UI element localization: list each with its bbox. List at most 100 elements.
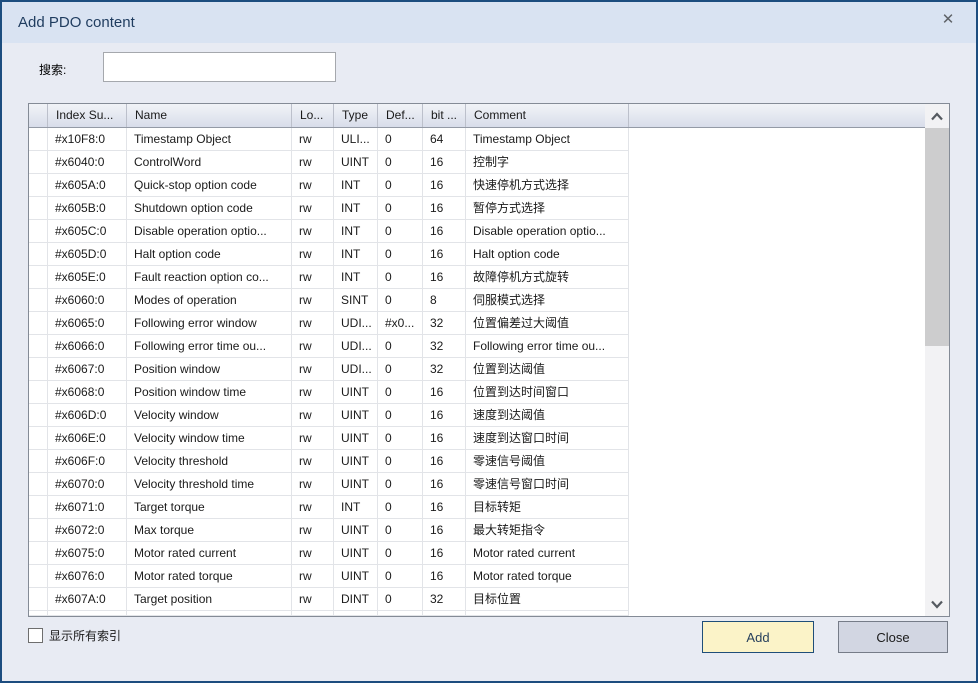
table-cell: UINT <box>334 427 378 450</box>
row-indicator <box>29 358 48 381</box>
table-cell: Velocity threshold time <box>127 473 292 496</box>
column-header-type[interactable]: Type <box>334 104 378 127</box>
table-cell-filler <box>629 358 925 381</box>
table-cell: 控制字 <box>466 151 629 174</box>
table-cell: Halt option code <box>127 243 292 266</box>
table-cell: UINT <box>334 404 378 427</box>
table-row[interactable]: #x6070:0Velocity threshold timerwUINT016… <box>29 473 925 496</box>
table-cell: rw <box>292 427 334 450</box>
table-cell: rw <box>292 542 334 565</box>
table-cell-filler <box>629 220 925 243</box>
table-cell: 目标转矩 <box>466 496 629 519</box>
table-cell: rw <box>292 174 334 197</box>
table-row[interactable]: #x6065:0Following error windowrwUDI...#x… <box>29 312 925 335</box>
table-cell: 0 <box>378 565 423 588</box>
table-cell: 16 <box>423 473 466 496</box>
table-cell: UINT <box>334 565 378 588</box>
table-row[interactable]: #x605A:0Quick-stop option coderwINT016快速… <box>29 174 925 197</box>
search-input[interactable] <box>103 52 336 82</box>
table-row[interactable]: #x6076:0Motor rated torquerwUINT016Motor… <box>29 565 925 588</box>
table-cell: 16 <box>423 450 466 473</box>
column-header-index[interactable]: Index Su... <box>48 104 127 127</box>
row-indicator <box>29 542 48 565</box>
table-row[interactable]: #x6060:0Modes of operationrwSINT08伺服模式选择 <box>29 289 925 312</box>
table-row[interactable]: #x605C:0Disable operation optio...rwINT0… <box>29 220 925 243</box>
table-cell: rw <box>292 519 334 542</box>
table-row[interactable]: #x10F8:0Timestamp ObjectrwULI...064Times… <box>29 128 925 151</box>
table-cell: 16 <box>423 542 466 565</box>
table-cell: UINT <box>334 450 378 473</box>
table-cell: 16 <box>423 243 466 266</box>
dialog-titlebar: Add PDO content ✕ <box>2 2 976 43</box>
table-cell: rw <box>292 381 334 404</box>
table-cell: 伺服模式选择 <box>466 289 629 312</box>
row-indicator <box>29 565 48 588</box>
column-header-def[interactable]: Def... <box>378 104 423 127</box>
column-header-lo[interactable]: Lo... <box>292 104 334 127</box>
table-cell: rw <box>292 335 334 358</box>
table-cell: Motor rated current <box>466 542 629 565</box>
table-cell <box>127 611 292 616</box>
table-row[interactable]: #x6066:0Following error time ou...rwUDI.… <box>29 335 925 358</box>
table-row[interactable]: #x6075:0Motor rated currentrwUINT016Moto… <box>29 542 925 565</box>
table-row[interactable]: #x606E:0Velocity window timerwUINT016速度到… <box>29 427 925 450</box>
table-cell: 0 <box>378 381 423 404</box>
close-button[interactable]: Close <box>838 621 948 653</box>
table-row[interactable]: #x6040:0ControlWordrwUINT016控制字 <box>29 151 925 174</box>
close-icon[interactable]: ✕ <box>936 8 960 32</box>
table-row[interactable]: #x6071:0Target torquerwINT016目标转矩 <box>29 496 925 519</box>
table-cell: 0 <box>378 542 423 565</box>
table-cell: 速度到达窗口时间 <box>466 427 629 450</box>
table-cell: 最大转矩指令 <box>466 519 629 542</box>
scroll-down-button[interactable] <box>925 592 949 616</box>
table-cell: 16 <box>423 220 466 243</box>
row-indicator <box>29 197 48 220</box>
scrollbar-thumb[interactable] <box>925 128 949 346</box>
vertical-scrollbar[interactable] <box>925 104 949 616</box>
table-row[interactable]: #x605D:0Halt option coderwINT016Halt opt… <box>29 243 925 266</box>
table-cell: #x6071:0 <box>48 496 127 519</box>
table-cell: #x6066:0 <box>48 335 127 358</box>
table-row[interactable]: #x6072:0Max torquerwUINT016最大转矩指令 <box>29 519 925 542</box>
add-button[interactable]: Add <box>702 621 814 653</box>
table-cell: 16 <box>423 565 466 588</box>
table-cell: 32 <box>423 588 466 611</box>
table-row[interactable]: #x6067:0Position windowrwUDI...032位置到达阈值 <box>29 358 925 381</box>
table-row[interactable]: #x607A:0Target positionrwDINT032目标位置 <box>29 588 925 611</box>
show-all-indexes-checkbox[interactable] <box>28 628 43 643</box>
table-cell: #x605E:0 <box>48 266 127 289</box>
table-cell: 目标位置 <box>466 588 629 611</box>
show-all-indexes-option: 显示所有索引 <box>28 627 121 644</box>
table-cell: Disable operation optio... <box>127 220 292 243</box>
table-cell: #x606D:0 <box>48 404 127 427</box>
table-cell: rw <box>292 266 334 289</box>
table-row[interactable]: #x605B:0Shutdown option coderwINT016暂停方式… <box>29 197 925 220</box>
column-header-bit[interactable]: bit ... <box>423 104 466 127</box>
table-cell-filler <box>629 427 925 450</box>
table-row[interactable]: #x606F:0Velocity thresholdrwUINT016零速信号阈… <box>29 450 925 473</box>
table-cell: 16 <box>423 266 466 289</box>
table-cell <box>378 611 423 616</box>
column-header-comment[interactable]: Comment <box>466 104 629 127</box>
table-cell <box>334 611 378 616</box>
table-row[interactable]: #x605E:0Fault reaction option co...rwINT… <box>29 266 925 289</box>
table-cell: #x6072:0 <box>48 519 127 542</box>
chevron-down-icon <box>930 600 944 609</box>
row-indicator <box>29 450 48 473</box>
table-cell-filler <box>629 496 925 519</box>
table-cell: rw <box>292 151 334 174</box>
column-header-filler <box>629 104 925 127</box>
table-cell: rw <box>292 450 334 473</box>
table-cell-filler <box>629 289 925 312</box>
table-cell: INT <box>334 266 378 289</box>
scroll-up-button[interactable] <box>925 104 949 128</box>
table-row[interactable]: #x6068:0Position window timerwUINT016位置到… <box>29 381 925 404</box>
column-header-name[interactable]: Name <box>127 104 292 127</box>
table-cell: 0 <box>378 335 423 358</box>
table-cell: DINT <box>334 588 378 611</box>
table-cell: 0 <box>378 197 423 220</box>
table-cell: Following error time ou... <box>127 335 292 358</box>
table-cell: Position window <box>127 358 292 381</box>
table-cell: Halt option code <box>466 243 629 266</box>
table-row[interactable]: #x606D:0Velocity windowrwUINT016速度到达阈值 <box>29 404 925 427</box>
